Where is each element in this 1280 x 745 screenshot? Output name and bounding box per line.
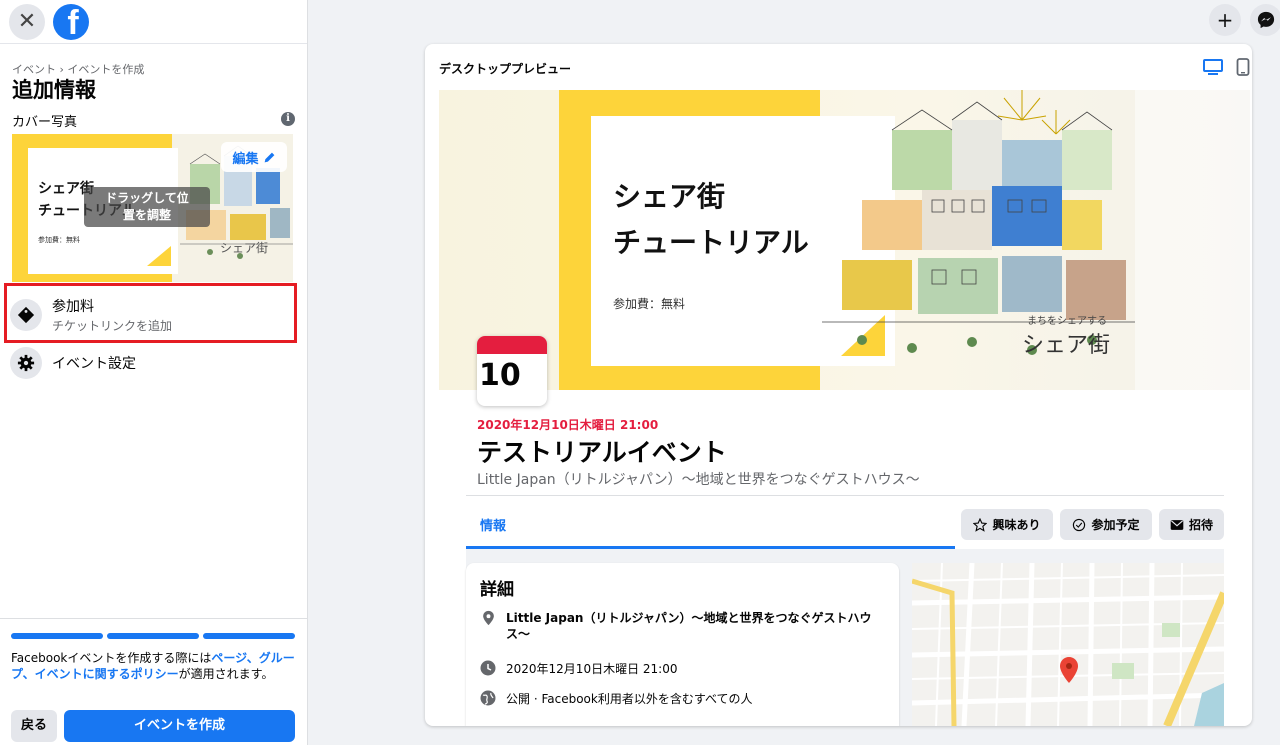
option-admission-fee-label: 参加料 [52, 299, 94, 315]
details-privacy-row: 公開 · Facebook利用者以外を含むすべての人 [480, 690, 753, 707]
messenger-button[interactable] [1250, 4, 1280, 36]
tab-info[interactable]: 情報 [466, 502, 955, 549]
envelope-icon [1170, 519, 1184, 530]
event-title: テストリアルイベント [477, 438, 727, 467]
check-circle-icon [1073, 518, 1086, 531]
cover-photo-thumbnail[interactable]: シェア街 チュートリアル 参加費：無料 シェア街 ドラッグして位 置を調整 編集 [12, 134, 293, 282]
mobile-icon[interactable] [1236, 58, 1250, 76]
policy-text-start: Facebookイベントを作成する際には [11, 651, 212, 665]
details-location-row: Little Japan（リトルジャパン）〜地域と世界をつなぐゲストハウス〜 [480, 610, 880, 642]
page-title: 追加情報 [12, 78, 96, 102]
calendar-header-bar [477, 336, 547, 354]
edit-cover-label: 編集 [232, 151, 259, 167]
drag-to-reposition-hint[interactable]: ドラッグして位 置を調整 [84, 187, 210, 227]
header-divider [466, 495, 1224, 496]
cover-photo-label: カバー写真 [12, 115, 78, 130]
invite-button[interactable]: 招待 [1159, 509, 1224, 540]
event-body: 詳細 Little Japan（リトルジャパン）〜地域と世界をつなぐゲストハウス… [466, 549, 1224, 726]
sidebar-header: ✕ f [0, 0, 307, 44]
create-event-sidebar: ✕ f イベント › イベントを作成 追加情報 カバー写真 i シェア街 チュー… [0, 0, 308, 745]
banner-fade-edge [1135, 90, 1250, 390]
location-pin-icon [480, 610, 496, 642]
option-event-settings-label: イベント設定 [52, 356, 136, 372]
svg-text:シェア街: シェア街 [1022, 333, 1110, 358]
close-icon: ✕ [17, 9, 37, 34]
desktop-preview-panel: デスクトッププレビュー シェア街 チュートリアル 参加費：無料 まちをシェアする… [425, 44, 1252, 726]
option-admission-fee-sub: チケットリンクを追加 [52, 319, 173, 333]
calendar-badge: 10 [477, 336, 547, 406]
progress-step [107, 633, 199, 639]
globe-icon [480, 690, 496, 707]
interested-button[interactable]: 興味あり [961, 509, 1053, 540]
plus-icon: + [1216, 8, 1234, 32]
gear-icon [10, 347, 42, 379]
going-button[interactable]: 参加予定 [1060, 509, 1152, 540]
create-plus-button[interactable]: + [1209, 4, 1241, 36]
cover-triangle [147, 246, 171, 266]
policy-text-end: が適用されます。 [178, 667, 274, 681]
event-datetime: 2020年12月10日木曜日 21:00 [477, 418, 659, 432]
sidebar-footer: Facebookイベントを作成する際にはページ、グループ、イベントに関するポリシ… [0, 618, 308, 745]
create-event-button[interactable]: イベントを作成 [64, 710, 295, 742]
details-datetime-row: 2020年12月10日木曜日 21:00 [480, 660, 677, 677]
option-admission-fee[interactable]: 参加料 チケットリンクを追加 [10, 296, 172, 334]
clock-icon [480, 660, 496, 677]
preview-label: デスクトッププレビュー [439, 62, 572, 76]
progress-indicator [11, 633, 295, 639]
interested-label: 興味あり [992, 518, 1041, 532]
details-title: 詳細 [480, 580, 514, 600]
progress-step [203, 633, 295, 639]
star-icon [973, 517, 988, 532]
messenger-icon [1257, 11, 1275, 29]
details-card: 詳細 Little Japan（リトルジャパン）〜地域と世界をつなぐゲストハウス… [466, 563, 899, 726]
details-datetime: 2020年12月10日木曜日 21:00 [506, 662, 678, 676]
banner-fee: 参加費：無料 [613, 297, 686, 311]
policy-notice: Facebookイベントを作成する際にはページ、グループ、イベントに関するポリシ… [11, 650, 297, 682]
cover-banner: シェア街 チュートリアル 参加費：無料 まちをシェアする シェア街 [439, 90, 1250, 390]
banner-town-illustration: まちをシェアする シェア街 [822, 90, 1135, 358]
banner-title: シェア街 チュートリアル [613, 180, 809, 259]
progress-step [11, 633, 103, 639]
edit-cover-button[interactable]: 編集 [221, 142, 287, 172]
svg-text:シェア街: シェア街 [220, 241, 268, 255]
svg-text:まちをシェアする: まちをシェアする [1027, 315, 1107, 327]
option-event-settings[interactable]: イベント設定 [10, 347, 136, 379]
invite-label: 招待 [1188, 518, 1213, 532]
facebook-logo[interactable]: f [53, 3, 89, 40]
cover-fee: 参加費：無料 [38, 236, 80, 244]
tab-info-label: 情報 [480, 519, 507, 534]
event-location[interactable]: Little Japan（リトルジャパン）〜地域と世界をつなぐゲストハウス〜 [477, 469, 920, 489]
calendar-day: 10 [479, 358, 521, 393]
desktop-icon[interactable] [1203, 58, 1223, 76]
location-map[interactable] [912, 563, 1224, 726]
pencil-icon [264, 152, 274, 162]
details-location[interactable]: Little Japan（リトルジャパン）〜地域と世界をつなぐゲストハウス〜 [506, 610, 880, 642]
going-label: 参加予定 [1091, 518, 1140, 532]
details-privacy: 公開 · Facebook利用者以外を含むすべての人 [506, 692, 753, 706]
info-icon[interactable]: i [281, 112, 295, 126]
back-button[interactable]: 戻る [11, 710, 57, 742]
close-button[interactable]: ✕ [9, 3, 45, 40]
ticket-icon [10, 299, 42, 331]
